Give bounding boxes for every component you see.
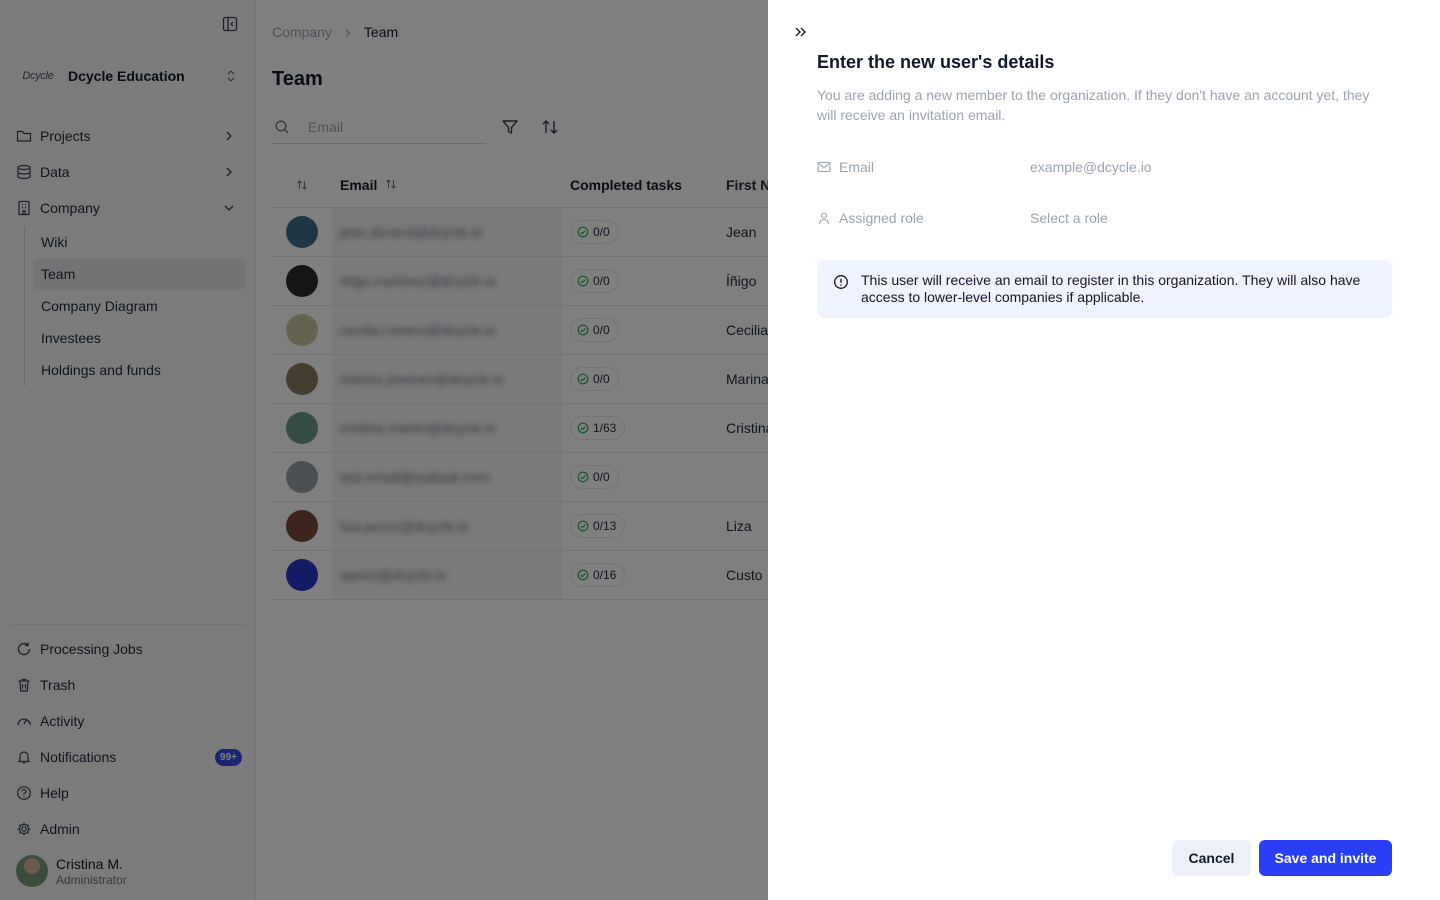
modal-backdrop[interactable] <box>0 0 768 900</box>
user-icon <box>817 211 831 225</box>
role-select[interactable]: Select a role <box>1030 210 1108 226</box>
role-row: Assigned role Select a role <box>817 205 1392 231</box>
email-field[interactable] <box>1030 159 1370 175</box>
email-row: Email <box>817 154 1392 180</box>
drawer-description: You are adding a new member to the organ… <box>817 87 1370 123</box>
role-label: Assigned role <box>839 210 924 226</box>
info-banner: This user will receive an email to regis… <box>817 260 1392 318</box>
email-label: Email <box>839 159 875 175</box>
info-text: This user will receive an email to regis… <box>861 272 1361 305</box>
mail-icon <box>817 160 831 174</box>
info-icon <box>833 274 849 290</box>
double-chevron-right-icon[interactable] <box>792 24 810 40</box>
new-user-drawer: Enter the new user's details You are add… <box>768 0 1440 900</box>
drawer-title: Enter the new user's details <box>817 52 1055 72</box>
save-and-invite-button[interactable]: Save and invite <box>1259 840 1392 876</box>
cancel-button[interactable]: Cancel <box>1172 840 1251 876</box>
